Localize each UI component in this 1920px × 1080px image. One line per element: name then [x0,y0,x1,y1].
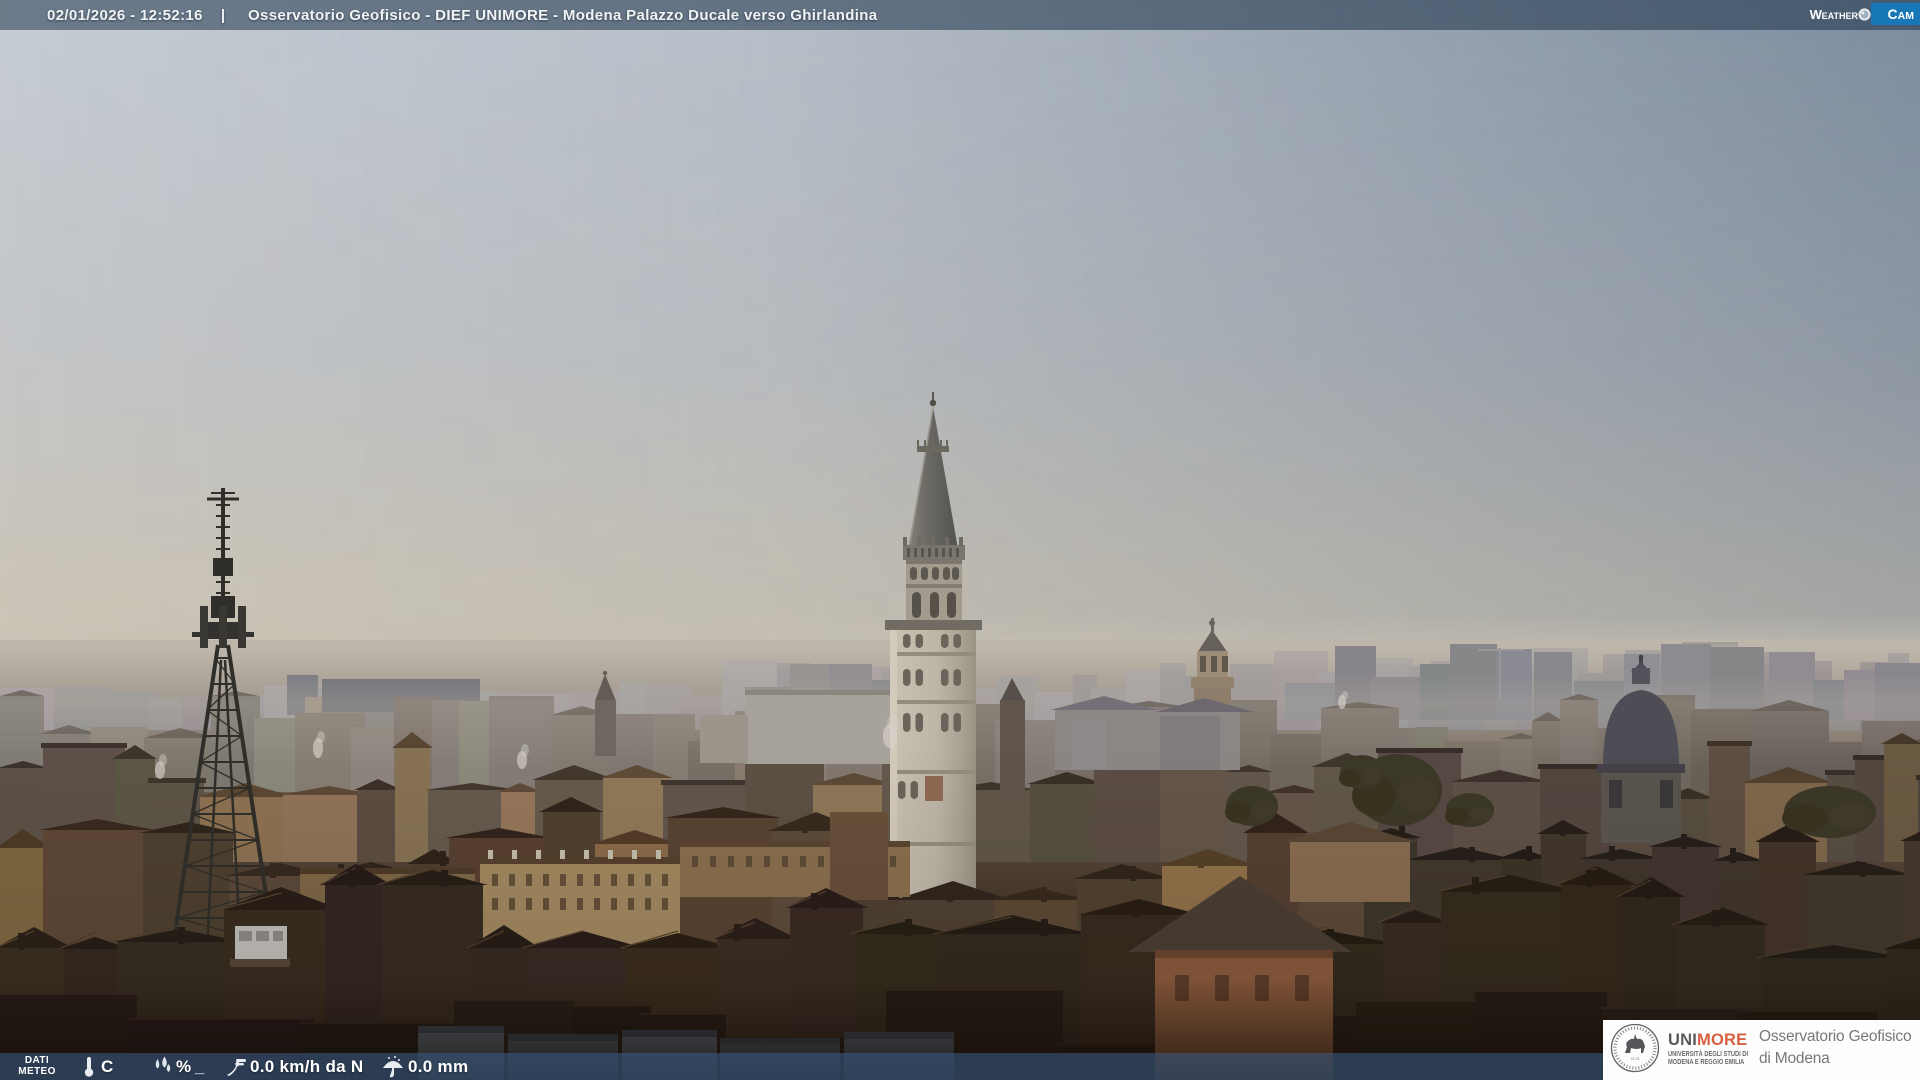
svg-text:1175: 1175 [1631,1056,1640,1061]
